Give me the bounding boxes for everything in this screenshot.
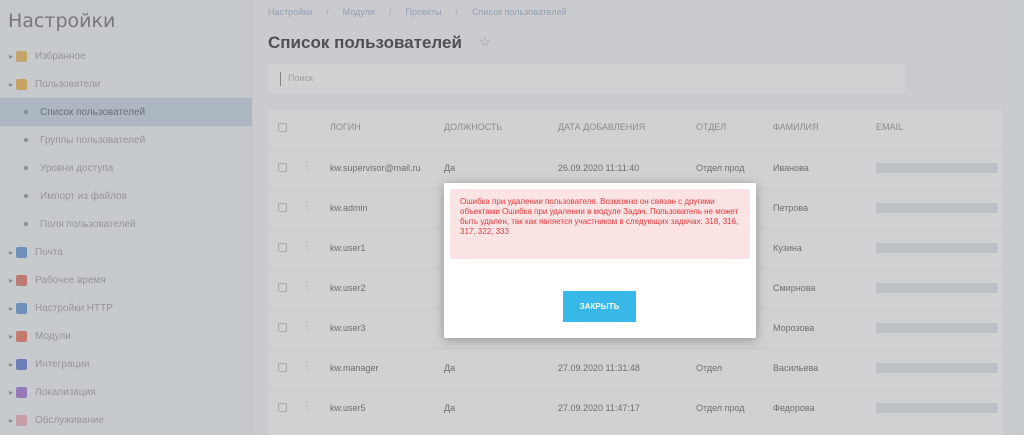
error-dialog: Ошибка при удалении пользователя. Возмож… (444, 183, 756, 338)
error-message: Ошибка при удалении пользователя. Возмож… (450, 189, 750, 259)
close-button[interactable]: Закрыть (563, 291, 636, 322)
